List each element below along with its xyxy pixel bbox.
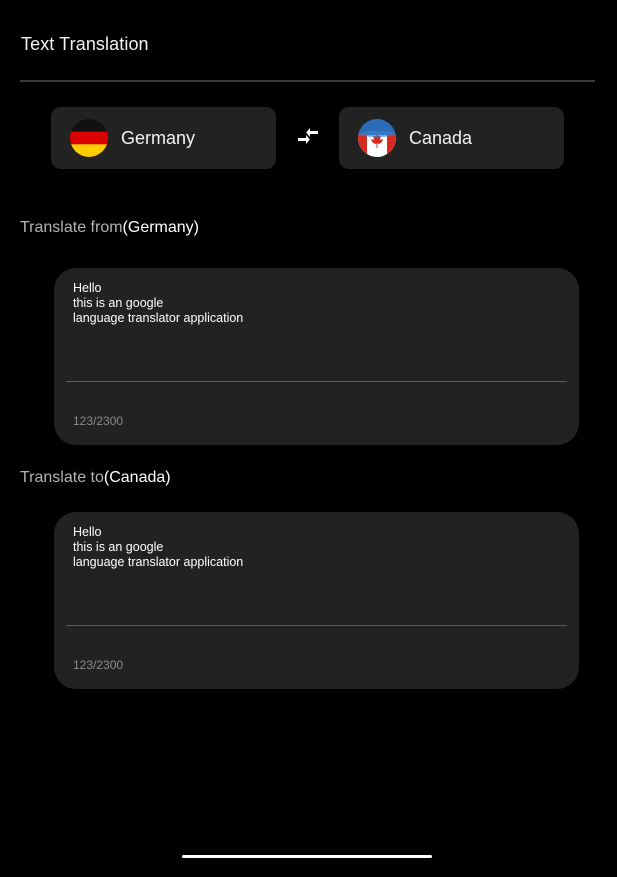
swap-languages-button[interactable]: [295, 126, 321, 150]
translate-from-prefix: Translate from: [20, 219, 123, 236]
canada-flag-icon: [358, 119, 396, 157]
translated-text-output[interactable]: Hello this is an google language transla…: [73, 525, 553, 620]
source-language-label: Germany: [121, 127, 196, 148]
source-text-input[interactable]: Hello this is an google language transla…: [73, 281, 553, 376]
source-language-button[interactable]: Germany: [51, 107, 276, 169]
translate-to-language: (Canada): [103, 469, 171, 486]
page-title: Text Translation: [21, 34, 149, 54]
source-char-counter: 123/2300: [73, 414, 124, 428]
source-text-card: Hello this is an google language transla…: [54, 268, 579, 445]
target-language-label: Canada: [409, 127, 473, 148]
translated-text-card: Hello this is an google language transla…: [54, 512, 579, 689]
app-screen: Text Translation Germany Canada Translat…: [0, 0, 617, 877]
source-input-underline: [66, 381, 567, 382]
translate-to-label: Translate to(Canada): [20, 469, 171, 487]
translate-to-prefix: Translate to: [20, 469, 104, 486]
translated-output-underline: [66, 625, 567, 626]
swap-arrows-icon: [296, 127, 320, 150]
translated-char-counter: 123/2300: [73, 658, 124, 672]
translate-from-label: Translate from(Germany): [20, 219, 199, 237]
translate-from-language: (Germany): [122, 219, 199, 236]
header-divider: [20, 80, 595, 82]
target-language-button[interactable]: Canada: [339, 107, 564, 169]
home-indicator[interactable]: [182, 855, 432, 858]
germany-flag-icon: [70, 119, 108, 157]
